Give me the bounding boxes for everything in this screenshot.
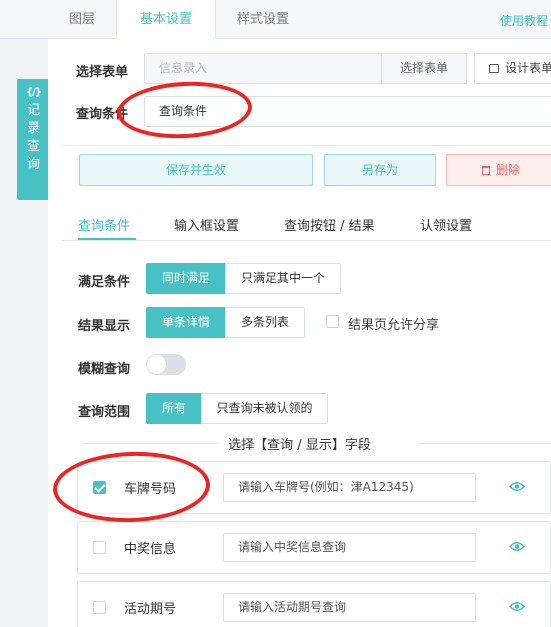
- fields-section-label: 选择【查询 / 显示】字段: [228, 438, 371, 453]
- tab-layers[interactable]: 图层: [48, 0, 116, 39]
- design-form-button[interactable]: 设计表单: [474, 53, 551, 84]
- allow-share-label: 结果页允许分享: [348, 318, 440, 333]
- field-input[interactable]: 请输入车牌号(例如：津A12345): [223, 473, 476, 502]
- match-all-option[interactable]: 同时满足: [146, 263, 226, 294]
- select-form-button[interactable]: 选择表单: [381, 53, 467, 84]
- tab-basic-settings[interactable]: 基本设置: [116, 0, 216, 40]
- field-row: 活动期号 请输入活动期号查询: [77, 581, 551, 627]
- query-condition-input[interactable]: 查询条件: [144, 96, 551, 127]
- form-select-label: 选择表单: [76, 65, 129, 80]
- eye-icon[interactable]: [509, 541, 525, 552]
- subtab-line: [62, 240, 551, 241]
- field-row: 车牌号码 请输入车牌号(例如：津A12345): [77, 461, 551, 514]
- divider: [62, 145, 551, 146]
- subtab-claim-settings[interactable]: 认领设置: [420, 215, 472, 234]
- sidebar-tab-label: 记录查询: [26, 103, 40, 172]
- eye-icon[interactable]: [509, 601, 525, 612]
- subtab-input-settings[interactable]: 输入框设置: [174, 215, 239, 234]
- eye-icon[interactable]: [509, 481, 525, 492]
- top-tab-bar: 图层 基本设置 样式设置 使用教程: [0, 0, 551, 40]
- rule-right: [418, 443, 551, 444]
- scope-unclaimed-option[interactable]: 只查询未被认领的: [201, 393, 328, 424]
- subtab-query-conditions[interactable]: 查询条件: [78, 215, 130, 234]
- allow-share-checkbox[interactable]: [326, 315, 339, 328]
- result-display-label: 结果显示: [78, 319, 131, 334]
- field-name: 车牌号码: [124, 482, 177, 497]
- trash-icon: [481, 166, 490, 175]
- active-subtab-indicator: [78, 238, 136, 240]
- save-as-button[interactable]: 另存为: [324, 154, 436, 186]
- rule-left: [82, 443, 218, 444]
- sidebar: {/} 记录查询: [0, 39, 50, 627]
- help-link[interactable]: 使用教程: [500, 12, 548, 29]
- scope-all-option[interactable]: 所有: [146, 393, 202, 424]
- form-design-icon: [489, 64, 499, 73]
- query-scope-label: 查询范围: [78, 405, 131, 420]
- design-form-label: 设计表单: [505, 61, 551, 75]
- multi-list-option[interactable]: 多条列表: [225, 307, 305, 338]
- fuzzy-query-toggle[interactable]: [146, 354, 186, 375]
- field-input[interactable]: 请输入活动期号查询: [223, 593, 476, 622]
- field-name: 活动期号: [124, 602, 177, 617]
- delete-label: 删除: [495, 163, 520, 177]
- field-name: 中奖信息: [124, 542, 177, 557]
- tab-style-settings[interactable]: 样式设置: [216, 0, 310, 39]
- match-condition-label: 满足条件: [78, 275, 131, 290]
- field-input[interactable]: 请输入中奖信息查询: [223, 533, 476, 562]
- code-icon: {/}: [26, 87, 42, 98]
- field-row: 中奖信息 请输入中奖信息查询: [77, 521, 551, 574]
- single-detail-option[interactable]: 单条详情: [146, 307, 226, 338]
- settings-panel: 选择表单 信息录入 选择表单 设计表单 查询条件 查询条件 保存并生效 另存为 …: [48, 39, 551, 627]
- delete-button[interactable]: 删除: [446, 154, 551, 186]
- field-checkbox[interactable]: [93, 541, 106, 554]
- subtab-query-button-result[interactable]: 查询按钮 / 结果: [284, 215, 375, 234]
- fields-section-title: 选择【查询 / 显示】字段: [48, 434, 551, 453]
- form-select-input[interactable]: 信息录入: [144, 53, 382, 84]
- match-any-option[interactable]: 只满足其中一个: [225, 263, 341, 294]
- fuzzy-query-label: 模糊查询: [78, 362, 131, 377]
- toggle-knob: [147, 355, 166, 374]
- field-checkbox[interactable]: [93, 481, 106, 494]
- field-checkbox[interactable]: [93, 601, 106, 614]
- query-condition-label: 查询条件: [76, 107, 129, 122]
- save-and-apply-button[interactable]: 保存并生效: [79, 154, 313, 186]
- sidebar-tab-record-query[interactable]: {/} 记录查询: [17, 79, 50, 200]
